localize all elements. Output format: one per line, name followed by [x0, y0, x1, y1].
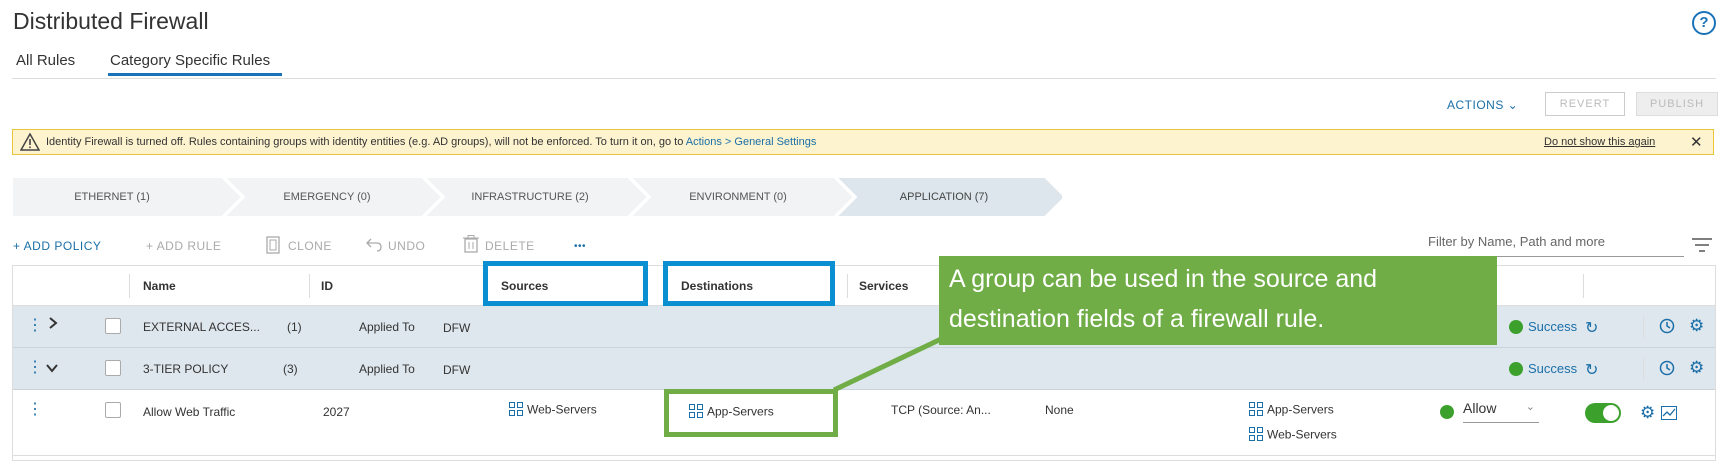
expand-chevron-icon[interactable]: [47, 316, 59, 333]
applied-to-label: Applied To: [359, 320, 415, 334]
category-emergency[interactable]: EMERGENCY (0): [232, 177, 422, 217]
undo-icon: [366, 236, 382, 257]
delete-button[interactable]: DELETE: [485, 239, 535, 253]
rule-applied-to-item[interactable]: App-Servers: [1249, 402, 1334, 419]
category-environment[interactable]: ENVIRONMENT (0): [640, 177, 836, 217]
help-icon[interactable]: ?: [1692, 11, 1716, 35]
success-status-icon: [1509, 320, 1523, 334]
destination-group-highlight-box: [664, 389, 838, 437]
settings-icon[interactable]: ⚙: [1640, 403, 1655, 423]
settings-icon[interactable]: ⚙: [1689, 358, 1704, 378]
rule-status-icon: [1440, 405, 1454, 419]
destinations-highlight-box: [663, 261, 835, 306]
warning-icon: [19, 132, 41, 154]
rule-id: 2027: [323, 405, 350, 419]
category-application[interactable]: APPLICATION (7): [846, 177, 1042, 217]
clone-icon: [266, 236, 280, 259]
applied-to-value: DFW: [443, 363, 471, 377]
policy-checkbox[interactable]: [105, 360, 121, 376]
column-header-id[interactable]: ID: [321, 279, 333, 293]
revert-button[interactable]: REVERT: [1545, 92, 1625, 116]
tab-category-specific-rules[interactable]: Category Specific Rules: [110, 52, 270, 69]
sources-highlight-box: [483, 261, 648, 306]
history-icon[interactable]: [1659, 360, 1675, 379]
page-title: Distributed Firewall: [13, 8, 209, 34]
policy-checkbox[interactable]: [105, 318, 121, 334]
history-icon[interactable]: [1659, 318, 1675, 337]
clone-button[interactable]: CLONE: [288, 239, 332, 253]
rule-service[interactable]: TCP (Source: An...: [891, 403, 991, 417]
column-header-name[interactable]: Name: [143, 279, 176, 293]
active-tab-indicator: [108, 73, 282, 76]
drag-handle-icon[interactable]: ⋮: [27, 402, 43, 418]
add-policy-button[interactable]: + ADD POLICY: [13, 239, 101, 253]
general-settings-link[interactable]: Actions > General Settings: [686, 136, 817, 148]
filter-input[interactable]: Filter by Name, Path and more: [1428, 234, 1684, 257]
stats-icon[interactable]: [1661, 406, 1677, 425]
filter-icon[interactable]: [1692, 238, 1712, 257]
chevron-down-icon: ⌄: [1525, 401, 1535, 413]
category-ethernet[interactable]: ETHERNET (1): [12, 177, 212, 217]
drag-handle-icon[interactable]: ⋮: [27, 318, 43, 334]
category-infrastructure[interactable]: INFRASTRUCTURE (2): [432, 177, 628, 217]
policy-rule-count: (3): [283, 362, 298, 376]
drag-handle-icon[interactable]: ⋮: [27, 360, 43, 376]
success-status-icon: [1509, 362, 1523, 376]
undo-button[interactable]: UNDO: [388, 239, 425, 253]
trash-icon: [463, 235, 479, 258]
actions-menu[interactable]: ACTIONS ⌄: [1447, 98, 1518, 112]
dismiss-banner-link[interactable]: Do not show this again: [1544, 136, 1655, 148]
identity-firewall-banner: Identity Firewall is turned off. Rules c…: [12, 129, 1714, 155]
column-header-services[interactable]: Services: [859, 279, 908, 293]
status-success[interactable]: Success: [1528, 319, 1577, 334]
applied-to-value: DFW: [443, 321, 471, 335]
tab-all-rules[interactable]: All Rules: [16, 52, 75, 69]
banner-text: Identity Firewall is turned off. Rules c…: [46, 136, 686, 148]
policy-name: EXTERNAL ACCES...: [143, 320, 260, 334]
annotation-callout: A group can be used in the source and de…: [939, 256, 1497, 345]
status-success[interactable]: Success: [1528, 361, 1577, 376]
group-icon: [1249, 427, 1263, 444]
rule-profile: None: [1045, 403, 1074, 417]
applied-to-label: Applied To: [359, 362, 415, 376]
add-rule-button[interactable]: + ADD RULE: [146, 239, 221, 253]
rule-enabled-toggle[interactable]: [1585, 403, 1621, 423]
rule-checkbox[interactable]: [105, 402, 121, 418]
policy-rule-count: (1): [287, 320, 302, 334]
group-icon: [509, 402, 523, 419]
policy-name: 3-TIER POLICY: [143, 362, 229, 376]
close-icon[interactable]: ✕: [1690, 133, 1703, 151]
collapse-chevron-icon[interactable]: [45, 362, 59, 377]
action-select[interactable]: Allow ⌄: [1463, 400, 1539, 423]
rule-applied-to-item[interactable]: Web-Servers: [1249, 427, 1337, 444]
publish-button[interactable]: PUBLISH: [1636, 92, 1718, 116]
refresh-icon[interactable]: ↻: [1585, 318, 1598, 338]
tabs-divider: [12, 78, 1716, 79]
settings-icon[interactable]: ⚙: [1689, 316, 1704, 336]
more-options-icon[interactable]: •••: [574, 241, 586, 252]
rule-name[interactable]: Allow Web Traffic: [143, 405, 235, 419]
refresh-icon[interactable]: ↻: [1585, 360, 1598, 380]
rule-source[interactable]: Web-Servers: [509, 402, 597, 419]
group-icon: [1249, 402, 1263, 419]
